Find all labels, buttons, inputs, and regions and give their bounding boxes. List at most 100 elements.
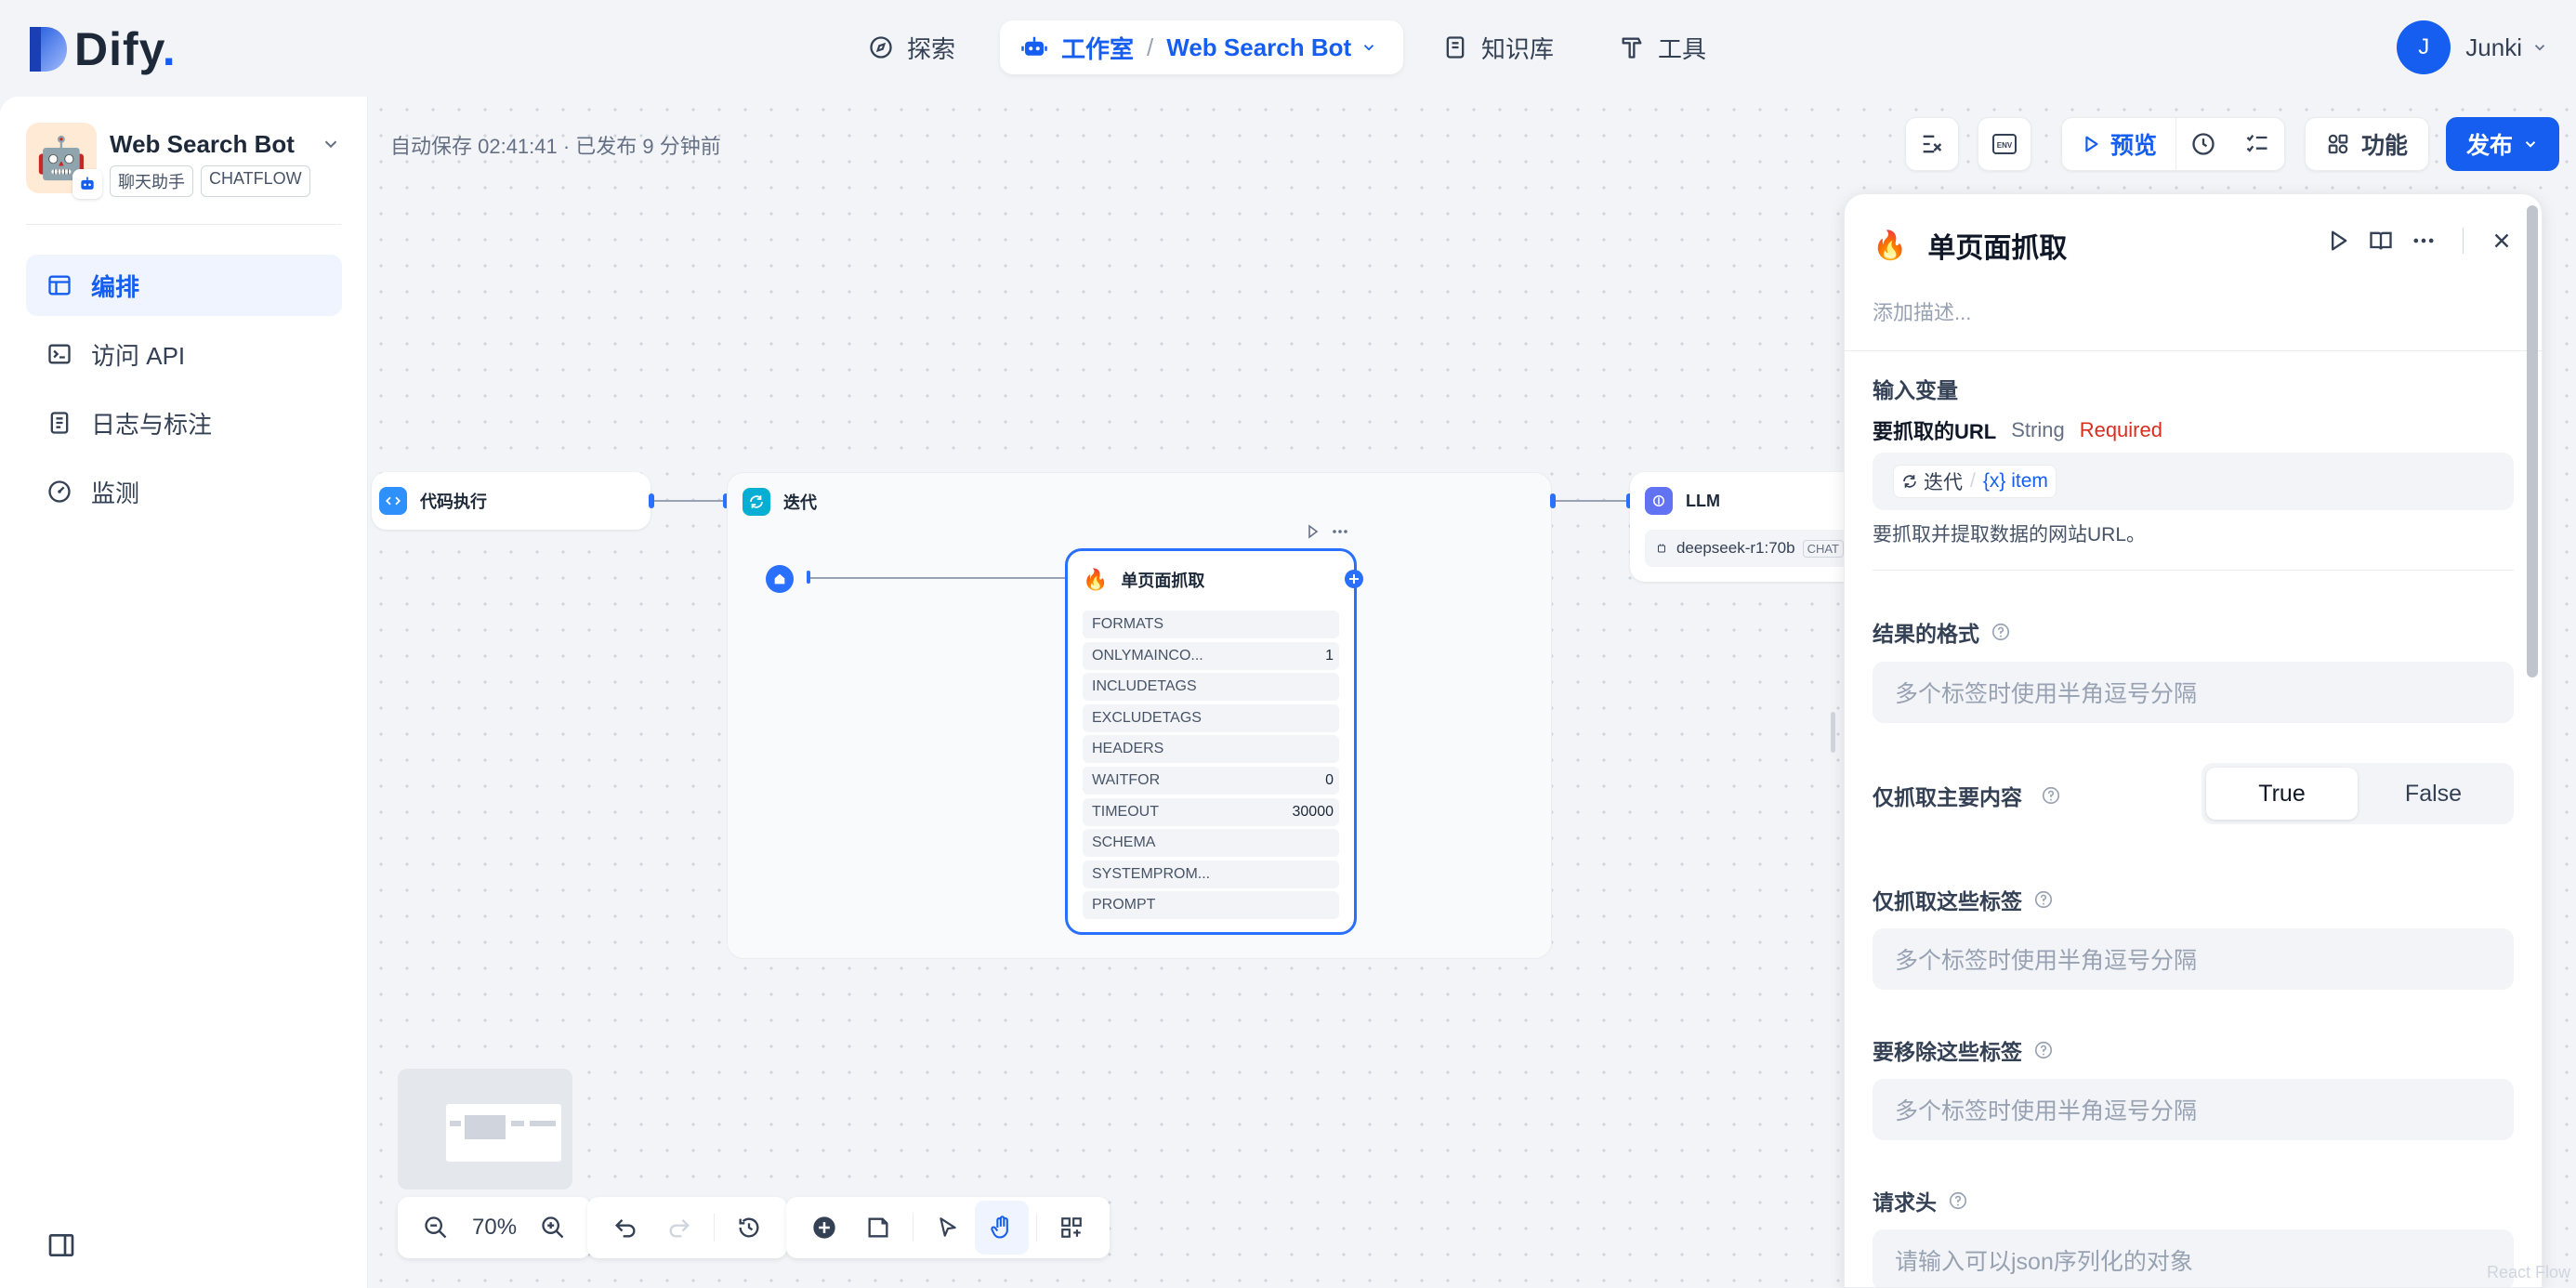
- node-scrape[interactable]: 🔥 单页面抓取 FORMATS ONLYMAINCO... 1 INCLUDETAGS…: [1065, 548, 1357, 935]
- add-note-button[interactable]: [851, 1201, 905, 1255]
- llm-model-chip[interactable]: deepseek-r1:70b CHAT: [1645, 530, 1844, 567]
- ref-var-name: {x} item: [1982, 470, 2048, 492]
- node-llm[interactable]: LLM deepseek-r1:70b CHAT: [1630, 472, 1844, 582]
- zoom-out-button[interactable]: [409, 1201, 463, 1255]
- play-icon: [1308, 524, 1319, 539]
- pointer-mode-button[interactable]: [921, 1201, 975, 1255]
- env-label: ENV: [1997, 141, 2013, 150]
- node-code-title: 代码执行: [420, 493, 487, 511]
- note-icon: [868, 1217, 888, 1238]
- publish-toolbar: 发布: [2446, 117, 2560, 171]
- undo-button[interactable]: [598, 1201, 652, 1255]
- panel-scrollbar[interactable]: [2527, 205, 2538, 677]
- breadcrumb-app-name[interactable]: Web Search Bot: [1166, 33, 1351, 62]
- hammer-icon: [1622, 37, 1642, 59]
- zoom-in-button[interactable]: [526, 1201, 580, 1255]
- env-button[interactable]: ENV: [1978, 117, 2031, 171]
- nav-explore[interactable]: 探索: [868, 20, 955, 74]
- chevron-down-icon[interactable]: [2531, 39, 2548, 56]
- help-icon[interactable]: [1991, 622, 2011, 642]
- nav-studio[interactable]: 工作室 / Web Search Bot: [1000, 20, 1403, 74]
- nav-explore-label: 探索: [907, 34, 956, 63]
- input-vars-label: 输入变量: [1873, 378, 1958, 402]
- panel-resize-handle[interactable]: [1831, 712, 1835, 753]
- only-main-label-text: 仅抓取主要内容: [1873, 785, 2022, 809]
- exclude-tags-label: 要移除这些标签: [1873, 1034, 2054, 1066]
- include-tags-input[interactable]: 多个标签时使用半角逗号分隔: [1873, 928, 2514, 990]
- env-icon: ENV: [1992, 134, 2017, 154]
- checklist-icon: [2246, 134, 2267, 152]
- var-reference-chip[interactable]: 迭代 / {x} item: [1893, 465, 2057, 498]
- dify-logo[interactable]: Dify.: [28, 22, 177, 76]
- version-history-button[interactable]: [722, 1201, 776, 1255]
- format-input[interactable]: 多个标签时使用半角逗号分隔: [1873, 662, 2514, 723]
- panel-title[interactable]: 单页面抓取: [1927, 225, 2067, 266]
- publish-label: 发布: [2466, 133, 2514, 159]
- play-icon[interactable]: [2325, 228, 2351, 254]
- checklist-button[interactable]: [1905, 117, 1959, 171]
- help-icon[interactable]: [2041, 785, 2061, 806]
- sidebar-item-label: 编排: [91, 272, 140, 301]
- sidebar-item-api[interactable]: 访问 API: [26, 323, 342, 385]
- toggle-true-option[interactable]: True: [2206, 768, 2358, 820]
- nav-tools[interactable]: 工具: [1619, 20, 1706, 74]
- user-menu[interactable]: J Junki: [2397, 20, 2548, 74]
- exclude-tags-input[interactable]: 多个标签时使用半角逗号分隔: [1873, 1079, 2514, 1140]
- var-hint: 要抓取并提取数据的网站URL。: [1873, 524, 2147, 545]
- node-param-row: PROMPT: [1083, 891, 1339, 920]
- collapse-sidebar-icon[interactable]: [46, 1230, 76, 1260]
- node-title: 迭代: [743, 488, 817, 516]
- add-node-button[interactable]: [797, 1201, 851, 1255]
- sidebar-item-logs[interactable]: 日志与标注: [26, 392, 342, 453]
- param-name: PROMPT: [1092, 897, 1156, 913]
- file-list-icon: [50, 412, 69, 434]
- headers-label: 请求头: [1873, 1185, 1968, 1216]
- format-label: 结果的格式: [1873, 616, 2011, 648]
- node-code[interactable]: 代码执行: [372, 472, 651, 530]
- redo-button[interactable]: [652, 1201, 706, 1255]
- sidebar-item-orchestrate[interactable]: 编排: [26, 255, 342, 316]
- sidebar-item-monitor[interactable]: 监测: [26, 461, 342, 522]
- react-flow-attribution[interactable]: React Flow: [2487, 1263, 2570, 1282]
- headers-input[interactable]: 请输入可以json序列化的对象: [1873, 1229, 2514, 1287]
- add-node-icon[interactable]: [1345, 570, 1363, 588]
- param-name: FORMATS: [1092, 616, 1164, 632]
- close-icon[interactable]: [2490, 229, 2514, 253]
- help-icon[interactable]: [1948, 1190, 1968, 1211]
- preview-button[interactable]: 预览: [2062, 117, 2177, 171]
- nav-knowledge[interactable]: 知识库: [1442, 20, 1554, 74]
- loop-icon: [743, 488, 770, 516]
- sidebar-menu: 编排 访问 API 日志与标注 监测: [26, 255, 342, 530]
- preview-toolbar: 预览: [2061, 117, 2286, 171]
- hand-mode-button[interactable]: [975, 1201, 1029, 1255]
- toggle-false-option[interactable]: False: [2358, 768, 2509, 820]
- dify-logo-mark: [30, 27, 67, 72]
- dify-logo-text: Dify.: [74, 23, 177, 75]
- publish-button[interactable]: 发布: [2446, 117, 2560, 171]
- run-history-button[interactable]: [2176, 117, 2230, 171]
- chevron-down-icon[interactable]: [1360, 39, 1377, 56]
- book-open-icon[interactable]: [2368, 228, 2394, 254]
- breadcrumb-separator: /: [1147, 33, 1154, 61]
- more-icon[interactable]: [2411, 228, 2437, 254]
- node-title: 代码执行: [379, 487, 487, 515]
- help-icon[interactable]: [2033, 1040, 2054, 1060]
- history-icon: [739, 1217, 759, 1238]
- user-name: Junki: [2465, 33, 2522, 61]
- app-header[interactable]: 🤖 Web Search Bot 聊天助手 CHATFLOW: [26, 123, 341, 225]
- iteration-start-icon[interactable]: [766, 565, 794, 593]
- features-button[interactable]: 功能: [2305, 117, 2430, 171]
- node-run-menu[interactable]: [1305, 522, 1349, 541]
- avatar[interactable]: J: [2397, 20, 2451, 74]
- organize-blocks-button[interactable]: [1045, 1201, 1098, 1255]
- only-main-label: 仅抓取主要内容: [1873, 780, 2061, 811]
- var-reference-selector[interactable]: 迭代 / {x} item: [1873, 453, 2514, 510]
- nav-tools-label: 工具: [1658, 34, 1707, 63]
- zoom-level[interactable]: 70%: [472, 1215, 517, 1241]
- description-input[interactable]: 添加描述...: [1873, 296, 2514, 347]
- minimap[interactable]: [398, 1069, 572, 1189]
- help-icon[interactable]: [2033, 889, 2054, 910]
- chevron-down-icon[interactable]: [321, 134, 341, 154]
- app-type-tag: CHATFLOW: [201, 165, 310, 197]
- checklist-list-button[interactable]: [2230, 117, 2284, 171]
